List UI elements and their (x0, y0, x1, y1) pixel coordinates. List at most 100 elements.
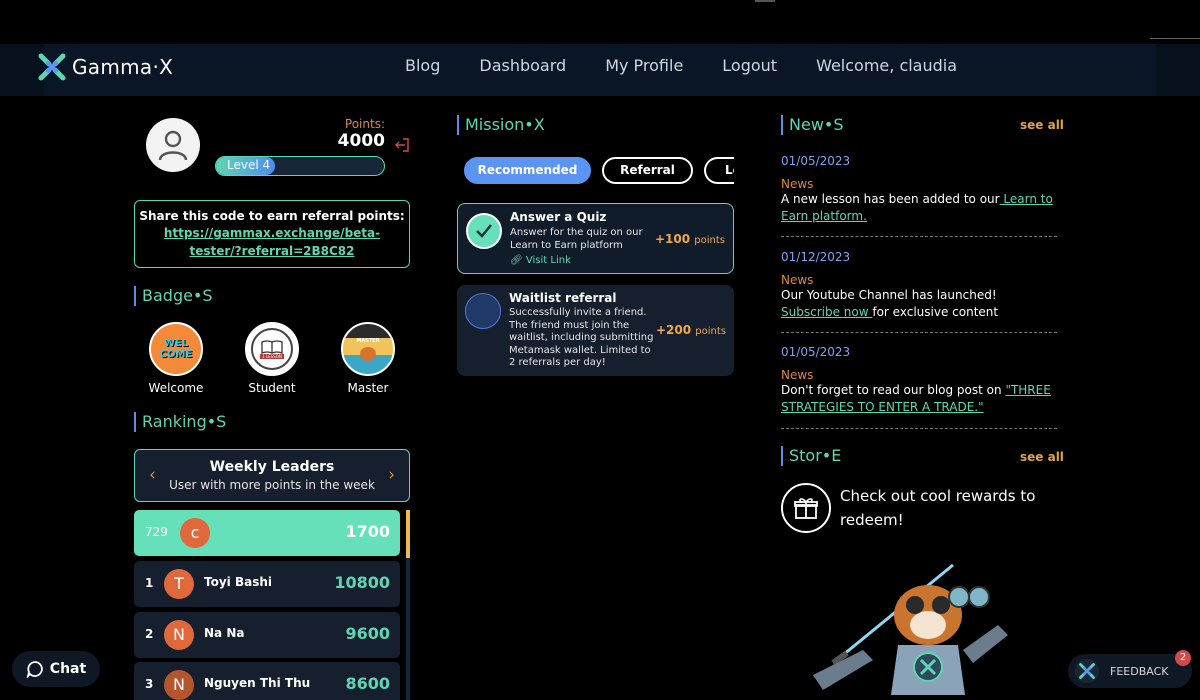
nav-blog[interactable]: Blog (405, 56, 440, 75)
gammax-logo-icon (38, 53, 66, 81)
rank-avatar: N (164, 620, 194, 650)
top-dash (755, 0, 775, 2)
ranking-title: Ranking•S (134, 412, 226, 432)
brand-name: Gamma·X (72, 55, 174, 79)
news-category: News (781, 177, 814, 191)
student-badge-icon: 1 LESSON (245, 322, 299, 376)
news-item: 01/12/2023 News Our Youtube Channel has … (781, 250, 1057, 321)
ranking-scrollbar-thumb[interactable] (406, 510, 410, 558)
rank-avatar: N (164, 670, 194, 700)
rank-row[interactable]: 2 N Na Na 9600 (134, 612, 400, 658)
feedback-label: FEEDBACK (1110, 664, 1169, 678)
referral-link[interactable]: https://gammax.exchange/beta-tester/?ref… (135, 224, 409, 260)
mission-points-value: +100 (654, 232, 691, 246)
chat-bubble-icon (26, 661, 43, 678)
feedback-button[interactable]: FEEDBACK (1068, 654, 1192, 688)
news-item: 01/05/2023 News A new lesson has been ad… (781, 154, 1057, 225)
news-text: Don't forget to read our blog post on "T… (781, 382, 1057, 416)
points-label: Points: (344, 117, 385, 131)
nav-my-profile[interactable]: My Profile (605, 56, 683, 75)
rank-avatar: T (164, 569, 194, 599)
brand-logo[interactable]: Gamma·X (38, 53, 173, 81)
news-divider (781, 428, 1057, 429)
mission-points: +100 points (655, 232, 725, 246)
mascot-image (813, 563, 1008, 695)
mission-title-text: Waitlist referral (509, 291, 617, 305)
link-icon: 🔗︎ (510, 255, 523, 266)
mission-card-quiz[interactable]: Answer a Quiz Answer for the quiz on our… (457, 203, 734, 274)
rank-row-me[interactable]: 729 c 1700 (134, 510, 400, 556)
rank-name: Na Na (204, 626, 245, 640)
leaders-prev-button[interactable]: ‹ (149, 465, 156, 485)
rank-name: Toyi Bashi (204, 575, 272, 589)
points-value: 4000 (337, 131, 385, 151)
welcome-badge-icon: WEL COME (149, 322, 203, 376)
waitlist-referral-icon (465, 293, 501, 329)
rank-avatar: c (180, 518, 210, 548)
leaders-next-button[interactable]: › (388, 465, 395, 485)
rank-number: 2 (145, 627, 154, 641)
visit-link-label: Visit Link (525, 255, 571, 266)
logout-icon[interactable] (394, 137, 410, 153)
tab-recommended[interactable]: Recommended (464, 157, 591, 184)
rank-number: 1 (145, 576, 154, 590)
news-item: 01/05/2023 News Don't forget to read our… (781, 345, 1057, 416)
news-text-pre: Don't forget to read our blog post on (781, 383, 1006, 397)
chat-label: Chat (49, 661, 87, 677)
mission-card-waitlist[interactable]: Waitlist referral Successfully invite a … (457, 285, 734, 376)
mission-title: Mission•X (457, 115, 545, 135)
badge-label: Master (347, 381, 389, 395)
notification-badge: 2 (1175, 650, 1191, 666)
user-avatar[interactable] (146, 118, 200, 172)
visit-link[interactable]: 🔗︎ Visit Link (510, 255, 571, 266)
gammax-logo-icon (1074, 658, 1100, 684)
news-text-post: for exclusive content (872, 305, 999, 319)
main-nav: Blog Dashboard My Profile Logout Welcome… (405, 56, 957, 75)
mission-points-value: +200 (655, 323, 692, 337)
chat-button[interactable]: Chat (12, 651, 100, 687)
badge-label: Welcome (148, 381, 204, 395)
mission-points-unit: points (694, 235, 725, 246)
rank-points: 1700 (345, 522, 390, 541)
rank-row[interactable]: 3 N Nguyen Thi Thu 8600 (134, 662, 400, 700)
badge-label: Student (248, 381, 296, 395)
news-link[interactable]: Subscribe now (781, 305, 872, 319)
rank-points: 9600 (345, 624, 390, 643)
rank-number: 3 (145, 677, 154, 691)
tab-referral[interactable]: Referral (602, 157, 693, 184)
nav-dashboard[interactable]: Dashboard (479, 56, 566, 75)
user-icon (158, 130, 188, 161)
badge-student[interactable]: 1 LESSON Student (232, 322, 312, 395)
welcome-badge-art: WEL COME (159, 338, 193, 360)
student-badge-art: 1 LESSON (260, 353, 284, 359)
level-progress-bar: Level 4 (215, 156, 385, 176)
store-title: Stor•E (781, 446, 841, 466)
news-date: 01/05/2023 (781, 154, 851, 168)
gift-icon[interactable] (781, 483, 831, 533)
rank-name: Nguyen Thi Thu (204, 676, 311, 690)
master-badge-art: MASTER (356, 337, 380, 344)
referral-box: Share this code to earn referral points:… (134, 200, 410, 268)
store-see-all[interactable]: see all (1020, 450, 1064, 464)
news-text: Our Youtube Channel has launched! Subscr… (781, 287, 1057, 321)
badge-master[interactable]: MASTER Master (328, 322, 408, 395)
news-category: News (781, 368, 814, 382)
news-date: 01/12/2023 (781, 250, 851, 264)
check-icon (466, 213, 502, 249)
mission-title-text: Answer a Quiz (510, 210, 607, 224)
store-text: Check out cool rewards to redeem! (840, 487, 1036, 529)
news-text-pre: A new lesson has been added to our (781, 192, 1000, 206)
weekly-leaders-header: ‹ Weekly Leaders User with more points i… (134, 449, 410, 502)
rank-number: 729 (145, 525, 168, 539)
news-title: New•S (781, 115, 844, 135)
leaders-title: Weekly Leaders (209, 459, 335, 475)
book-icon (261, 339, 283, 354)
rank-row[interactable]: 1 T Toyi Bashi 10800 (134, 561, 400, 607)
news-see-all[interactable]: see all (1020, 118, 1064, 132)
tab-learn[interactable]: Le (704, 157, 734, 184)
badge-welcome[interactable]: WEL COME Welcome (136, 322, 216, 395)
master-badge-icon: MASTER (341, 322, 395, 376)
mission-desc: Answer for the quiz on our Learn to Earn… (510, 227, 643, 251)
nav-logout[interactable]: Logout (722, 56, 777, 75)
mission-points: +200 points (656, 323, 726, 337)
